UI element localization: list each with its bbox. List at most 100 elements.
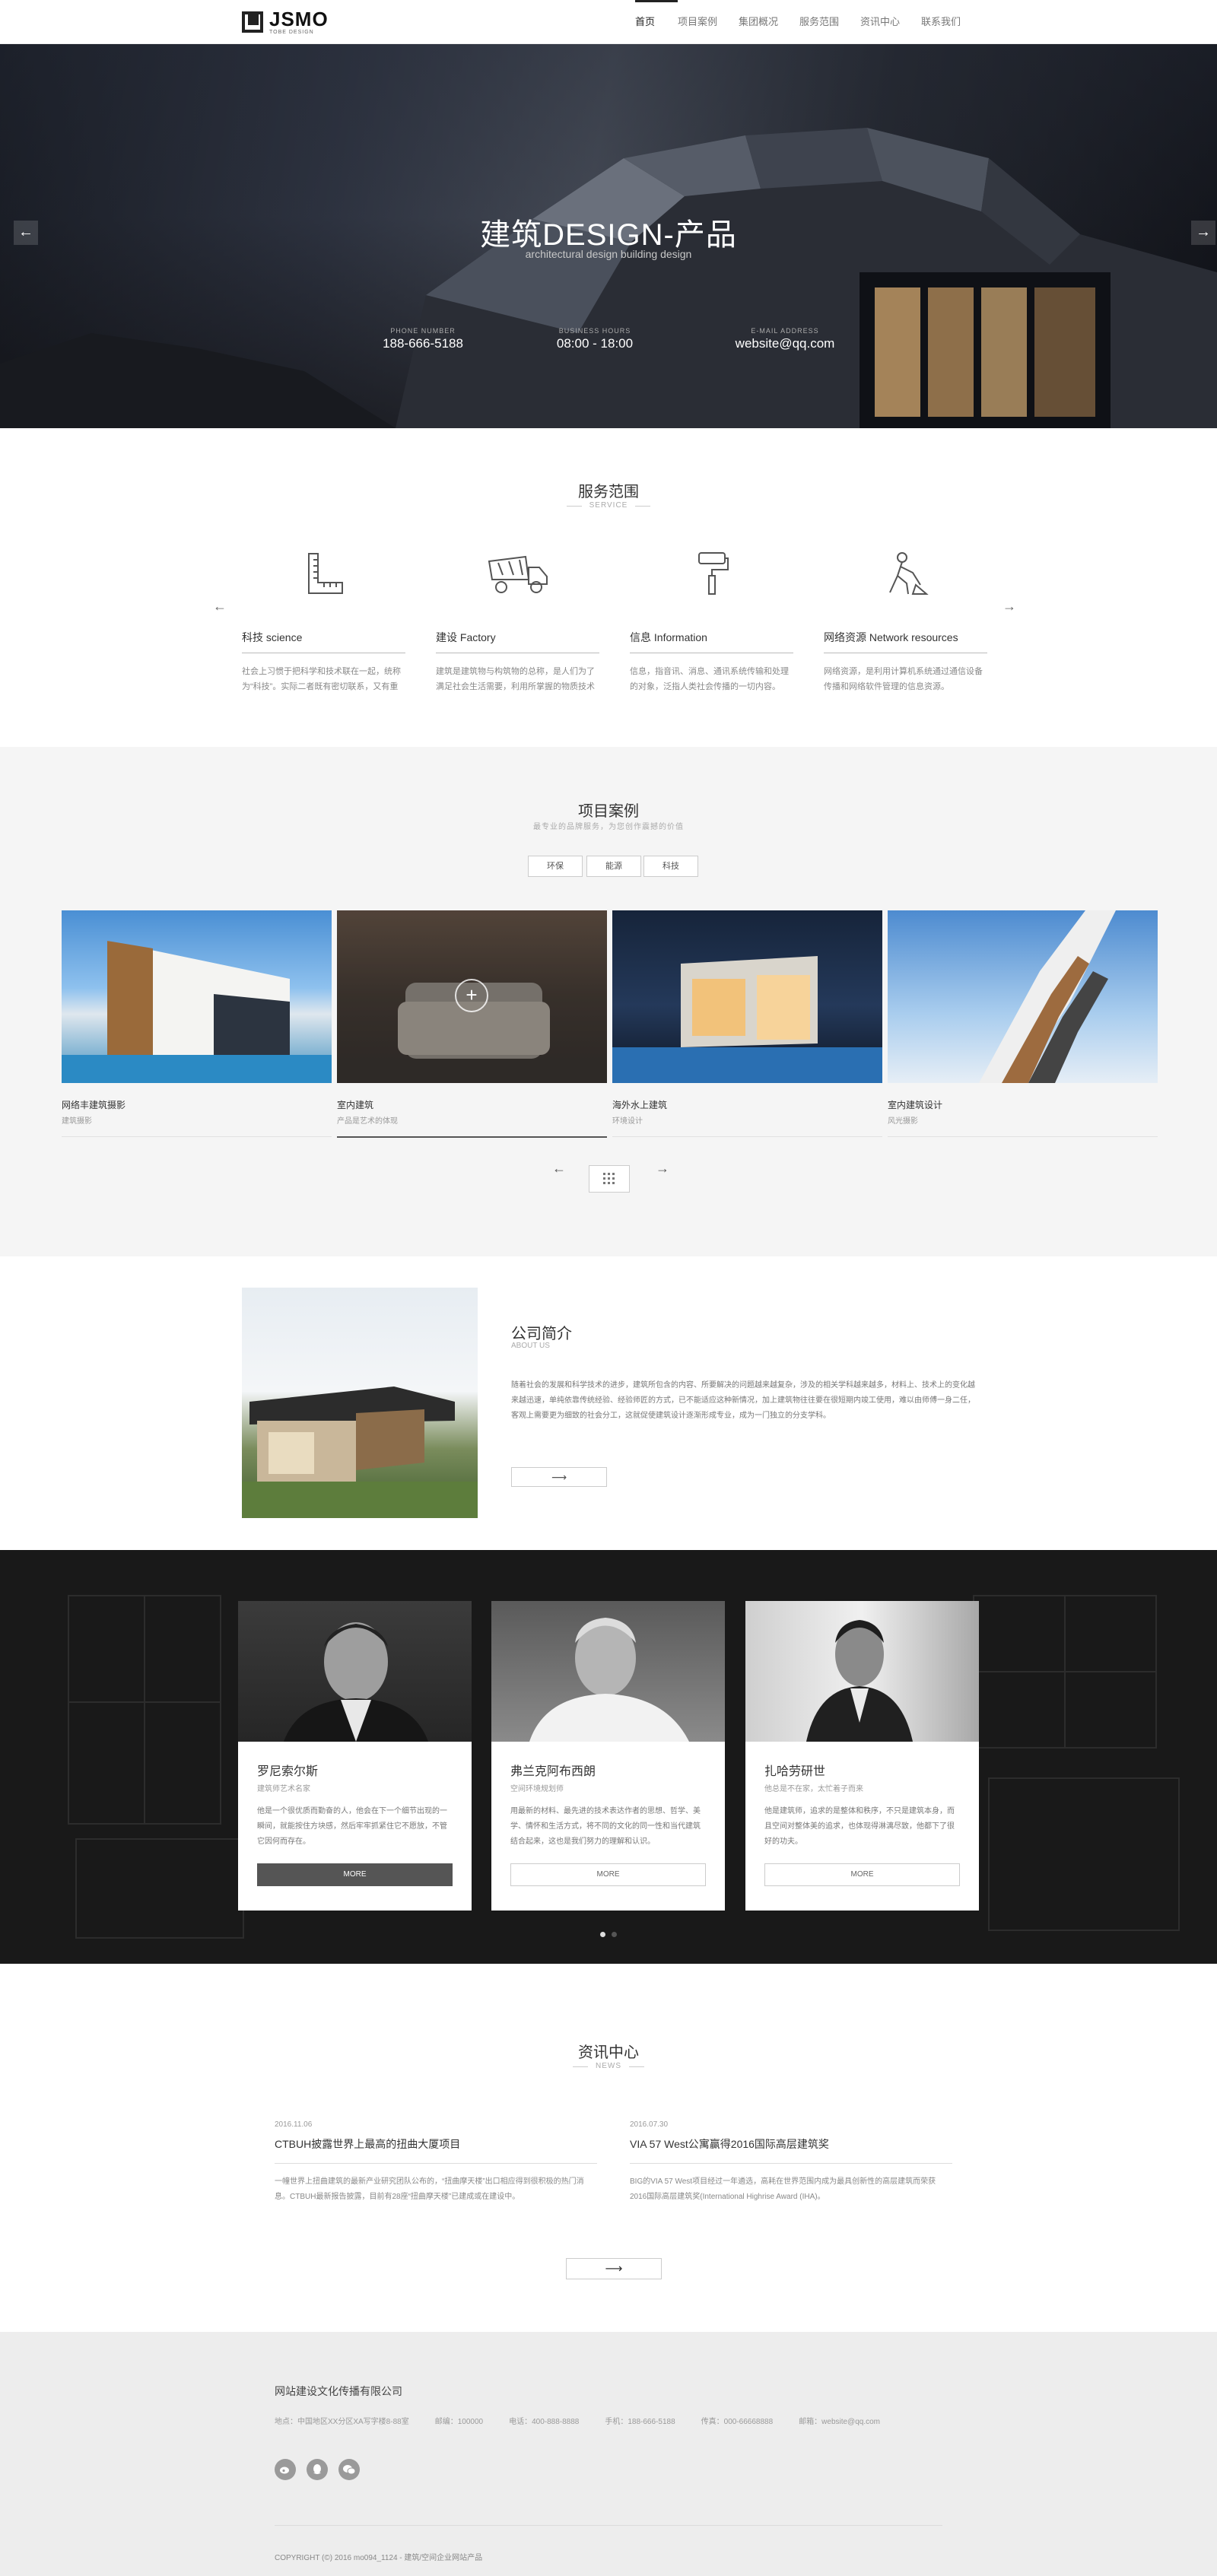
project-title: 海外水上建筑 (612, 1100, 668, 1110)
service-item-network[interactable]: 网络资源 Network resources 网络资源，是利用计算机系统通过通信… (824, 548, 987, 694)
service-item-factory[interactable]: 建设 Factory 建筑是建筑物与构筑物的总称，是人们为了满足社会生活需要，利… (436, 548, 599, 694)
pagination-dot[interactable] (612, 1932, 617, 1937)
service-title: 科技 science (242, 630, 405, 653)
wechat-icon[interactable] (338, 2459, 360, 2480)
grid-icon[interactable] (589, 1165, 630, 1193)
project-card[interactable]: + 室内建筑 产品是艺术的体现 (337, 910, 607, 1138)
nav-item-home[interactable]: 首页 (635, 0, 678, 44)
project-title: 室内建筑 (337, 1100, 374, 1110)
news-title[interactable]: CTBUH披露世界上最高的扭曲大厦项目 (275, 2136, 597, 2164)
qq-icon[interactable] (307, 2459, 328, 2480)
project-card[interactable]: 网络丰建筑摄影 建筑摄影 (62, 910, 332, 1137)
service-desc: 网络资源，是利用计算机系统通过通信设备传播和网络软件管理的信息资源。 (824, 667, 983, 691)
member-more-button[interactable]: MORE (764, 1863, 960, 1886)
ruler-icon (242, 548, 405, 599)
project-category: 环境设计 (612, 1114, 882, 1137)
hero-phone-label: PHONE NUMBER (390, 327, 456, 335)
about-more-button[interactable]: ⟶ (511, 1467, 607, 1487)
paint-roller-icon (630, 548, 793, 599)
worker-icon (824, 548, 987, 599)
hero-email-value: website@qq.com (735, 336, 835, 351)
hero-email: E-MAIL ADDRESS website@qq.com (717, 327, 853, 351)
project-image (612, 910, 882, 1083)
news-more-button[interactable]: ⟶ (566, 2258, 662, 2279)
project-category: 建筑摄影 (62, 1114, 332, 1137)
projects-next-button[interactable]: → (656, 1161, 669, 1177)
footer-postcode: 邮编：100000 (434, 2418, 484, 2426)
project-title: 网络丰建筑摄影 (62, 1100, 126, 1110)
about-image (242, 1288, 478, 1518)
nav-item-projects[interactable]: 项目案例 (678, 0, 739, 44)
nav-item-services[interactable]: 服务范围 (799, 0, 860, 44)
logo[interactable]: JSMO TOBE DESIGN (242, 9, 329, 35)
filter-button-energy[interactable]: 能源 (586, 856, 641, 877)
weibo-icon[interactable] (275, 2459, 296, 2480)
footer-fax: 传真：000-66668888 (701, 2418, 774, 2426)
news-item[interactable]: 2016.07.30 VIA 57 West公寓赢得2016国际高层建筑奖 BI… (630, 2120, 952, 2205)
member-desc: 用最新的材料、最先进的技术表达作者的思想、哲学、美学、情怀和生活方式，将不同的文… (510, 1807, 701, 1846)
footer-address: 地点：中国地区XX分区XA写字楼8-88室 (275, 2418, 409, 2426)
services-title: 服务范围 (578, 484, 639, 500)
service-item-information[interactable]: 信息 Information 信息，指音讯、消息、通讯系统传输和处理的对象，泛指… (630, 548, 793, 694)
project-image: + (337, 910, 607, 1083)
member-desc: 他是建筑师，追求的是整体和秩序，不只是建筑本身，而且空间对整体美的追求，也体现得… (764, 1807, 955, 1846)
about-subtitle: ABOUT US (511, 1342, 550, 1350)
project-card[interactable]: 室内建筑设计 风光摄影 (888, 910, 1158, 1137)
hero-email-label: E-MAIL ADDRESS (751, 327, 819, 335)
pagination-dot[interactable] (600, 1932, 605, 1937)
project-category: 风光摄影 (888, 1114, 1158, 1137)
member-name: 罗尼索尔斯 (257, 1765, 319, 1778)
news-desc: BIG的VIA 57 West项目经过一年遴选，高耗在世界范围内成为最具创新性的… (630, 2177, 936, 2201)
services-subtitle: SERVICE (0, 501, 1217, 510)
news-item[interactable]: 2016.11.06 CTBUH披露世界上最高的扭曲大厦项目 一幢世界上扭曲建筑… (275, 2120, 597, 2205)
team-pagination (0, 1932, 1217, 1937)
member-role: 空间环境规划师 (510, 1785, 564, 1793)
about-title: 公司简介 (511, 1326, 572, 1342)
service-desc: 建筑是建筑物与构筑物的总称，是人们为了满足社会生活需要，利用所掌握的物质技术手段… (436, 667, 595, 691)
nav-item-contact[interactable]: 联系我们 (921, 0, 967, 44)
filter-button-environment[interactable]: 环保 (528, 856, 583, 877)
services-next-button[interactable]: → (1003, 599, 1016, 615)
filter-button-tech[interactable]: 科技 (643, 856, 698, 877)
service-title: 网络资源 Network resources (824, 630, 987, 653)
about-text: 随着社会的发展和科学技术的进步，建筑所包含的内容、所要解决的问题越来越复杂，涉及… (511, 1381, 975, 1420)
site-footer (0, 2332, 1217, 2576)
hero-phone-value: 188-666-5188 (383, 336, 463, 351)
footer-contact: 地点：中国地区XX分区XA写字楼8-88室 邮编：100000 电话：400-8… (275, 2415, 880, 2426)
service-item-science[interactable]: 科技 science 社会上习惯于把科学和技术联在一起，统称为“科技”。实际二者… (242, 548, 405, 694)
projects-title: 项目案例 (578, 803, 639, 820)
project-category: 产品是艺术的体现 (337, 1114, 607, 1138)
service-desc: 信息，指音讯、消息、通讯系统传输和处理的对象，泛指人类社会传播的一切内容。 (630, 667, 789, 691)
project-image (888, 910, 1158, 1083)
logo-mark-icon (242, 11, 263, 33)
hero-banner: ← → 建筑DESIGN-产品 architectural design bui… (0, 44, 1217, 428)
footer-company: 网站建设文化传播有限公司 (275, 2385, 402, 2397)
nav-item-news[interactable]: 资讯中心 (860, 0, 921, 44)
member-photo (238, 1601, 472, 1742)
member-role: 建筑师艺术名家 (257, 1785, 310, 1793)
news-date: 2016.07.30 (630, 2120, 669, 2129)
project-card[interactable]: 海外水上建筑 环境设计 (612, 910, 882, 1137)
member-photo (491, 1601, 725, 1742)
project-title: 室内建筑设计 (888, 1100, 943, 1110)
hero-hours-value: 08:00 - 18:00 (556, 336, 634, 351)
hero-subtitle: architectural design building design (525, 248, 692, 260)
member-photo (745, 1601, 979, 1742)
project-image (62, 910, 332, 1083)
hero-hours-label: BUSINESS HOURS (558, 327, 631, 335)
member-more-button[interactable]: MORE (510, 1863, 706, 1886)
news-subtitle: NEWS (0, 2062, 1217, 2070)
nav-item-group[interactable]: 集团概况 (739, 0, 799, 44)
main-nav: 首页 项目案例 集团概况 服务范围 资讯中心 联系我们 (635, 0, 967, 44)
news-title[interactable]: VIA 57 West公寓赢得2016国际高层建筑奖 (630, 2136, 952, 2164)
services-prev-button[interactable]: ← (213, 599, 227, 615)
member-more-button[interactable]: MORE (257, 1863, 453, 1886)
member-role: 他总是不在家，太忙着子而来 (764, 1785, 863, 1793)
projects-prev-button[interactable]: ← (552, 1161, 566, 1177)
service-desc: 社会上习惯于把科学和技术联在一起，统称为“科技”。实际二者既有密切联系，又有重要… (242, 667, 401, 691)
news-title: 资讯中心 (578, 2044, 639, 2061)
zoom-plus-icon[interactable]: + (455, 979, 488, 1012)
service-title: 信息 Information (630, 630, 793, 653)
news-date: 2016.11.06 (275, 2120, 313, 2129)
team-member-card: 罗尼索尔斯 建筑师艺术名家 他是一个很优质而勤奋的人，他会在下一个细节出现的一瞬… (238, 1601, 472, 1911)
